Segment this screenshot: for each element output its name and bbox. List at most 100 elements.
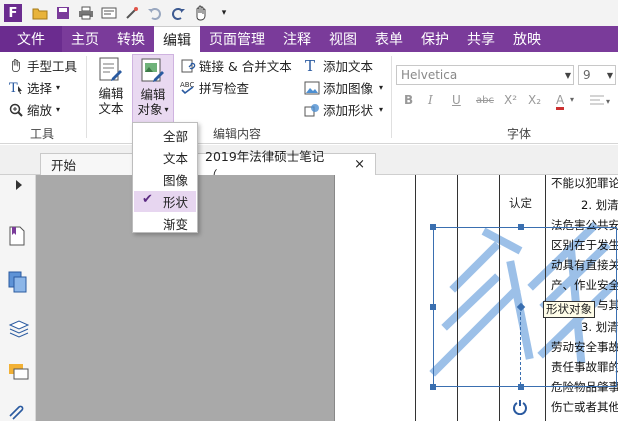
- menu-item-text[interactable]: 文本: [134, 147, 196, 168]
- customize-toolbar-icon[interactable]: ▾: [214, 3, 234, 23]
- edit-text-icon: [99, 57, 122, 81]
- hand-tool-quick-icon[interactable]: [191, 3, 211, 23]
- subscript-button[interactable]: X₂: [528, 93, 541, 107]
- svg-text:T: T: [305, 58, 315, 73]
- add-shape-icon: [304, 102, 320, 118]
- attachments-icon[interactable]: [8, 403, 28, 421]
- tab-view[interactable]: 视图: [320, 26, 366, 52]
- strikethrough-button[interactable]: abc: [476, 95, 494, 106]
- add-shape-label: 添加形状: [323, 103, 374, 118]
- font-size-select[interactable]: 9 ▼: [578, 65, 616, 85]
- menu-item-all[interactable]: 全部: [134, 125, 196, 146]
- open-folder-icon[interactable]: [30, 3, 50, 23]
- tab-share[interactable]: 共享: [458, 26, 504, 52]
- add-image-dropdown-icon: ▾: [379, 83, 384, 92]
- add-shape-dropdown-icon: ▾: [379, 105, 384, 114]
- tab-document[interactable]: 2019年法律硕士笔记（... ×: [194, 149, 376, 183]
- font-group-label: 字体: [507, 127, 532, 141]
- link-icon: [180, 58, 196, 74]
- font-size-value: 9: [583, 68, 591, 82]
- font-name-select[interactable]: Helvetica ▼: [396, 65, 574, 85]
- font-name-value: Helvetica: [401, 68, 458, 82]
- menu-item-image[interactable]: 图像: [134, 169, 196, 190]
- resize-handle[interactable]: [518, 384, 524, 390]
- menu-item-gradient[interactable]: 渐变: [134, 213, 196, 234]
- format-buttons-row: B I U abc X² X₂ A ▾ ▾: [404, 93, 618, 113]
- edit-object-button[interactable]: 编辑 对象 ▾: [132, 54, 174, 124]
- group-separator: [391, 56, 392, 138]
- edit-object-label-1: 编辑: [140, 87, 166, 102]
- resize-handle[interactable]: [518, 224, 524, 230]
- tools-group-label: 工具: [30, 127, 55, 141]
- tab-page-management[interactable]: 页面管理: [200, 26, 274, 52]
- add-image-button[interactable]: 添加图像 ▾: [304, 78, 383, 97]
- tab-edit[interactable]: 编辑: [154, 26, 200, 52]
- pages-thumbnail-icon[interactable]: [8, 271, 28, 293]
- tab-comment[interactable]: 注释: [274, 26, 320, 52]
- expand-panel-icon[interactable]: [14, 179, 26, 199]
- add-shape-button[interactable]: 添加形状 ▾: [304, 100, 383, 119]
- tab-slideshow[interactable]: 放映: [504, 26, 550, 52]
- ribbon-tab-bar: 文件 主页 转换 编辑 页面管理 注释 视图 表单 保护 共享 放映: [0, 26, 618, 52]
- font-color-button[interactable]: A: [556, 93, 565, 110]
- italic-button[interactable]: I: [428, 93, 433, 107]
- select-button[interactable]: T 选择 ▾: [8, 78, 60, 97]
- edit-content-group-label: 编辑内容: [213, 127, 262, 141]
- properties-icon[interactable]: [99, 3, 119, 23]
- resize-handle[interactable]: [430, 304, 436, 310]
- resize-handle[interactable]: [430, 384, 436, 390]
- zoom-button[interactable]: 缩放 ▾: [8, 100, 60, 119]
- close-tab-icon[interactable]: ×: [354, 157, 365, 172]
- edit-text-label-1: 编辑: [98, 86, 124, 101]
- underline-button[interactable]: U: [452, 93, 461, 107]
- link-merge-label: 链接 & 合并文本: [199, 59, 292, 74]
- menu-item-shape[interactable]: ✔ 形状: [134, 191, 196, 212]
- undo-icon[interactable]: [145, 3, 165, 23]
- edit-text-button[interactable]: 编辑 文本: [94, 56, 128, 116]
- magic-wand-icon[interactable]: [122, 3, 142, 23]
- shape-object-tooltip: 形状对象: [543, 301, 595, 318]
- document-tab-bar: 开始 2019年法律硕士笔记（... ×: [0, 145, 618, 183]
- font-size-dropdown-icon: ▼: [606, 71, 613, 80]
- spell-check-button[interactable]: ABC 拼写检查: [180, 78, 249, 97]
- bookmark-icon[interactable]: [8, 225, 28, 246]
- ribbon-panel: 手型工具 T 选择 ▾ 缩放 ▾ 工具 编辑 文本 编辑 对象 ▾ 链接 & 合…: [0, 52, 618, 144]
- tab-home[interactable]: 主页: [62, 26, 108, 52]
- edit-text-label-2: 文本: [98, 101, 124, 116]
- zoom-dropdown-icon: ▾: [56, 105, 61, 114]
- document-page[interactable]: 认定 不能以犯罪论 2. 划清 法危害公共安 区别在于发生 动具有直接关 产、作…: [334, 175, 618, 421]
- text-align-icon: ▾: [590, 95, 610, 106]
- hand-tool-button[interactable]: 手型工具: [8, 56, 77, 75]
- superscript-button[interactable]: X²: [504, 93, 517, 107]
- comments-icon[interactable]: [8, 363, 29, 383]
- tab-form[interactable]: 表单: [366, 26, 412, 52]
- redo-icon[interactable]: [168, 3, 188, 23]
- add-text-button[interactable]: T 添加文本: [304, 56, 373, 75]
- print-icon[interactable]: [76, 3, 96, 23]
- add-text-icon: T: [304, 58, 320, 74]
- resize-handle[interactable]: [430, 224, 436, 230]
- font-name-dropdown-icon: ▼: [564, 71, 571, 80]
- checkmark-icon: ✔: [142, 192, 153, 207]
- link-merge-text-button[interactable]: 链接 & 合并文本: [180, 56, 292, 75]
- text-align-button[interactable]: ▾: [588, 92, 614, 110]
- spell-check-icon: ABC: [180, 80, 196, 96]
- tab-convert[interactable]: 转换: [108, 26, 154, 52]
- bold-button[interactable]: B: [404, 93, 413, 107]
- svg-text:T: T: [9, 81, 18, 95]
- hand-icon: [8, 58, 24, 74]
- table-line: [415, 175, 416, 421]
- svg-text:▾: ▾: [606, 97, 610, 106]
- select-text-icon: T: [8, 80, 24, 96]
- add-image-label: 添加图像: [323, 81, 374, 96]
- save-icon[interactable]: [53, 3, 73, 23]
- tab-protect[interactable]: 保护: [412, 26, 458, 52]
- document-line: 2. 划清: [581, 198, 618, 212]
- tab-start-label: 开始: [51, 158, 77, 173]
- navigation-panel: [0, 175, 36, 421]
- rotate-handle-icon[interactable]: [512, 399, 528, 416]
- tab-file[interactable]: 文件: [0, 26, 62, 52]
- hand-tool-label: 手型工具: [27, 59, 78, 74]
- app-logo-icon: F: [4, 4, 22, 22]
- layers-icon[interactable]: [8, 319, 30, 339]
